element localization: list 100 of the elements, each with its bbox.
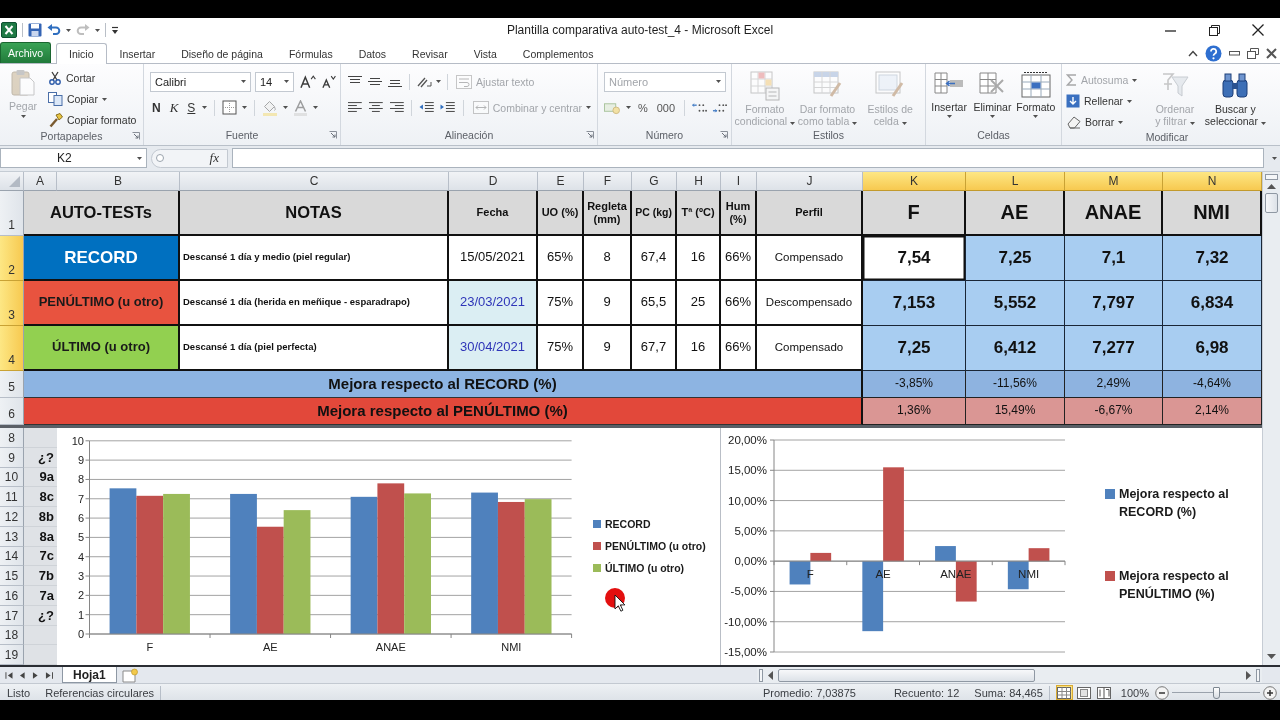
ribbon-tab[interactable]: Diseño de página: [168, 43, 276, 63]
column-header[interactable]: G: [632, 172, 677, 191]
minimize-icon[interactable]: [1229, 50, 1240, 56]
row-header[interactable]: 18: [0, 625, 24, 646]
column-header[interactable]: B: [57, 172, 180, 191]
split-box[interactable]: [1256, 668, 1260, 682]
formula-input[interactable]: [232, 148, 1264, 168]
restore-icon[interactable]: [1208, 24, 1220, 36]
row-header[interactable]: 6: [0, 398, 24, 425]
underline-button[interactable]: S: [185, 98, 198, 117]
column-header[interactable]: D: [449, 172, 538, 191]
scrollbar-thumb[interactable]: [778, 668, 1035, 682]
row-header[interactable]: 4: [0, 326, 24, 371]
restore-icon[interactable]: [1247, 47, 1259, 59]
name-box[interactable]: K2: [0, 148, 147, 168]
row-header[interactable]: 8: [0, 428, 24, 448]
column-header[interactable]: E: [538, 172, 584, 191]
column-header[interactable]: N: [1163, 172, 1262, 191]
page-break-view-button[interactable]: [1095, 685, 1113, 700]
dialog-launcher-icon[interactable]: [132, 132, 140, 140]
cut-button[interactable]: Cortar: [46, 69, 139, 87]
grow-font-icon[interactable]: [300, 74, 317, 89]
align-right-icon[interactable]: [388, 101, 405, 114]
column-header[interactable]: F: [584, 172, 632, 191]
column-header[interactable]: H: [677, 172, 721, 191]
row-header[interactable]: 10: [0, 467, 24, 488]
row-header[interactable]: 17: [0, 605, 24, 626]
row-header[interactable]: 14: [0, 546, 24, 567]
dialog-launcher-icon[interactable]: [329, 131, 337, 139]
font-color-icon[interactable]: [293, 99, 309, 116]
split-box[interactable]: [759, 668, 763, 682]
first-sheet-icon[interactable]: [5, 670, 14, 680]
row-header[interactable]: 9: [0, 447, 24, 468]
clear-button[interactable]: Borrar: [1064, 113, 1146, 131]
borders-icon[interactable]: [222, 100, 238, 115]
row-header[interactable]: 5: [0, 371, 24, 398]
row-header[interactable]: 15: [0, 566, 24, 586]
copy-button[interactable]: Copiar: [46, 90, 139, 108]
decrease-decimal-icon[interactable]: [712, 101, 727, 114]
thousands-separator-button[interactable]: 000: [654, 98, 678, 117]
column-header[interactable]: J: [757, 172, 863, 191]
zoom-out-icon[interactable]: [1155, 685, 1169, 700]
decrease-indent-icon[interactable]: [419, 101, 435, 114]
file-tab[interactable]: Archivo: [0, 42, 51, 63]
next-sheet-icon[interactable]: [32, 670, 39, 680]
row-header[interactable]: 16: [0, 586, 24, 606]
split-box[interactable]: [1265, 174, 1278, 180]
column-header[interactable]: L: [966, 172, 1065, 191]
cells-button[interactable]: Eliminar: [971, 69, 1014, 127]
cells-button[interactable]: Insertar: [928, 69, 971, 127]
row-header[interactable]: 1: [0, 191, 24, 236]
chevron-up-icon[interactable]: [1188, 49, 1198, 57]
font-name-dropdown[interactable]: Calibri: [150, 71, 251, 92]
dialog-launcher-icon[interactable]: [720, 131, 728, 139]
row-header[interactable]: 3: [0, 281, 24, 326]
undo-icon[interactable]: [47, 24, 61, 36]
bold-button[interactable]: N: [150, 98, 163, 117]
row-header[interactable]: 12: [0, 507, 24, 527]
font-size-dropdown[interactable]: 14: [255, 71, 295, 92]
scroll-left-icon[interactable]: [768, 670, 773, 680]
horizontal-scrollbar[interactable]: [757, 667, 1262, 683]
fill-button[interactable]: Rellenar: [1064, 92, 1146, 110]
cells-button[interactable]: Formato: [1014, 69, 1057, 127]
spreadsheet-logo-icon[interactable]: [1, 22, 17, 38]
normal-view-button[interactable]: [1055, 685, 1073, 700]
column-header[interactable]: A: [24, 172, 57, 191]
ribbon-tab[interactable]: Datos: [345, 43, 400, 63]
save-icon[interactable]: [28, 23, 42, 37]
last-sheet-icon[interactable]: [44, 670, 53, 680]
vertical-scrollbar[interactable]: [1262, 172, 1280, 665]
scrollbar-thumb[interactable]: [1265, 193, 1278, 213]
sheet-tab[interactable]: Hoja1: [62, 667, 117, 683]
previous-sheet-icon[interactable]: [19, 670, 26, 680]
format-painter-button[interactable]: Copiar formato: [46, 111, 139, 129]
find-select-button[interactable]: Buscar y seleccionar: [1202, 69, 1268, 131]
column-header[interactable]: C: [180, 172, 449, 191]
scroll-right-icon[interactable]: [1246, 670, 1251, 680]
align-middle-icon[interactable]: [367, 75, 383, 88]
toolbar-menu-icon[interactable]: [111, 25, 119, 35]
ribbon-tab[interactable]: Fórmulas: [275, 43, 346, 63]
zoom-in-icon[interactable]: [1263, 685, 1277, 700]
ribbon-tab[interactable]: Insertar: [106, 43, 169, 63]
row-header[interactable]: 19: [0, 645, 24, 665]
close-icon[interactable]: [1252, 24, 1264, 36]
dialog-launcher-icon[interactable]: [586, 131, 594, 139]
align-center-icon[interactable]: [367, 101, 384, 114]
help-icon[interactable]: [1205, 44, 1222, 62]
increase-indent-icon[interactable]: [440, 101, 456, 114]
insert-function-button[interactable]: fx: [204, 150, 224, 166]
ribbon-tab[interactable]: Revisar: [399, 43, 461, 63]
close-icon[interactable]: [1266, 47, 1277, 59]
ribbon-tab[interactable]: Inicio: [56, 43, 107, 64]
column-header[interactable]: I: [721, 172, 757, 191]
scroll-down-icon[interactable]: [1267, 654, 1276, 659]
italic-button[interactable]: K: [167, 98, 181, 117]
row-header[interactable]: 13: [0, 526, 24, 547]
drag-handle-icon[interactable]: [155, 153, 165, 163]
row-header[interactable]: 11: [0, 487, 24, 507]
increase-decimal-icon[interactable]: [691, 101, 707, 114]
row-header[interactable]: 2: [0, 236, 24, 281]
